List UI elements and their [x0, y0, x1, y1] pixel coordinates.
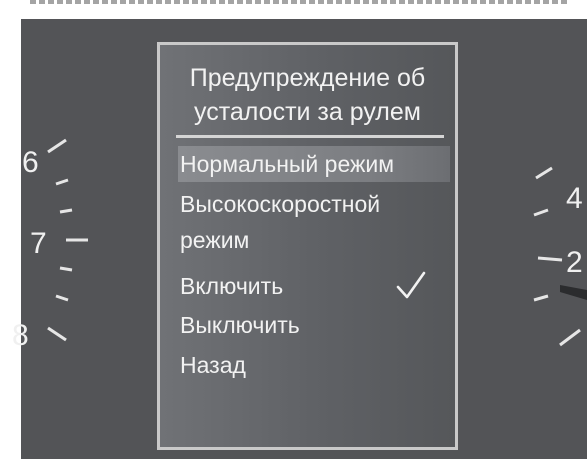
menu-item-disable[interactable]: Выключить	[180, 307, 300, 343]
driver-fatigue-menu: Предупреждение об усталости за рулем Нор…	[157, 42, 458, 450]
right-gauge-label: 2	[566, 246, 583, 279]
left-gauge-label: 8	[12, 319, 29, 352]
left-gauge-tick	[59, 266, 73, 272]
menu-item-label: Высокоскоростной	[180, 191, 381, 217]
right-gauge-tick	[559, 328, 581, 347]
right-gauge-label: 4	[566, 182, 583, 215]
left-gauge-tick	[55, 178, 69, 186]
menu-item-back[interactable]: Назад	[180, 347, 246, 383]
menu-item-enable[interactable]: Включить	[180, 268, 283, 304]
left-gauge: 6 7 8	[12, 138, 88, 352]
left-gauge-tick	[55, 294, 69, 302]
right-gauge-tick	[533, 294, 549, 302]
bottom-margin	[0, 459, 587, 466]
right-gauge: 4 2	[533, 166, 587, 347]
right-gauge-needle	[560, 285, 587, 300]
right-gauge-tick	[533, 208, 549, 217]
right-gauge-tick	[537, 256, 563, 262]
right-gauge-tick	[535, 166, 553, 180]
left-gauge-label: 7	[30, 227, 47, 260]
checkmark-icon	[396, 271, 426, 299]
left-gauge-tick	[59, 208, 73, 214]
menu-item-label-line2: режим	[180, 227, 250, 253]
menu-title-line1: Предупреждение об	[189, 64, 426, 92]
left-gauge-label: 6	[22, 146, 39, 179]
menu-title: Предупреждение об усталости за рулем	[160, 61, 455, 129]
menu-item-high-speed-mode[interactable]: Высокоскоростной режим	[180, 186, 380, 258]
menu-title-line2: усталости за рулем	[194, 98, 421, 126]
title-divider	[176, 135, 444, 138]
menu-item-normal-mode[interactable]: Нормальный режим	[178, 146, 450, 182]
